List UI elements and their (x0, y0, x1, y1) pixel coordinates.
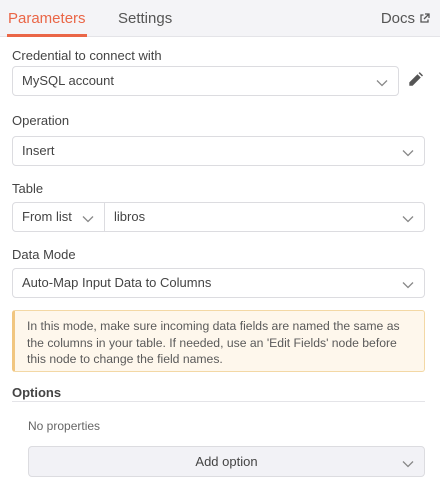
chevron-down-icon (402, 457, 414, 472)
data-mode-value: Auto-Map Input Data to Columns (22, 275, 212, 290)
no-properties-text: No properties (28, 419, 101, 433)
chevron-down-icon (376, 76, 388, 91)
table-value: libros (114, 209, 146, 224)
chevron-down-icon (402, 146, 414, 161)
table-select[interactable]: libros (104, 202, 425, 232)
chevron-down-icon (402, 278, 414, 293)
credential-select[interactable]: MySQL account (12, 66, 399, 96)
operation-value: Insert (22, 143, 55, 158)
docs-label: Docs (380, 10, 415, 27)
table-mode-value: From list (22, 209, 72, 224)
data-mode-label: Data Mode (12, 247, 76, 262)
options-title: Options (12, 385, 62, 400)
operation-select[interactable]: Insert (12, 136, 425, 166)
notice-text: In this mode, make sure incoming data fi… (27, 319, 400, 366)
chevron-down-icon (402, 212, 414, 227)
pencil-icon[interactable] (407, 72, 423, 91)
data-mode-select[interactable]: Auto-Map Input Data to Columns (12, 268, 425, 298)
tab-settings[interactable]: Settings (118, 0, 172, 37)
divider (12, 401, 425, 402)
table-label: Table (12, 181, 44, 196)
docs-link[interactable]: Docs (381, 0, 430, 37)
info-notice: In this mode, make sure incoming data fi… (12, 310, 425, 372)
credential-label: Credential to connect with (12, 48, 162, 63)
add-option-label: Add option (195, 454, 258, 469)
operation-label: Operation (12, 113, 70, 128)
external-link-icon (419, 13, 430, 24)
credential-value: MySQL account (22, 73, 115, 88)
tab-parameters[interactable]: Parameters (7, 0, 87, 37)
table-mode-select[interactable]: From list (12, 202, 105, 232)
chevron-down-icon (82, 212, 94, 227)
tab-bar: Parameters Settings Docs (0, 0, 440, 37)
add-option-button[interactable]: Add option (28, 446, 425, 477)
